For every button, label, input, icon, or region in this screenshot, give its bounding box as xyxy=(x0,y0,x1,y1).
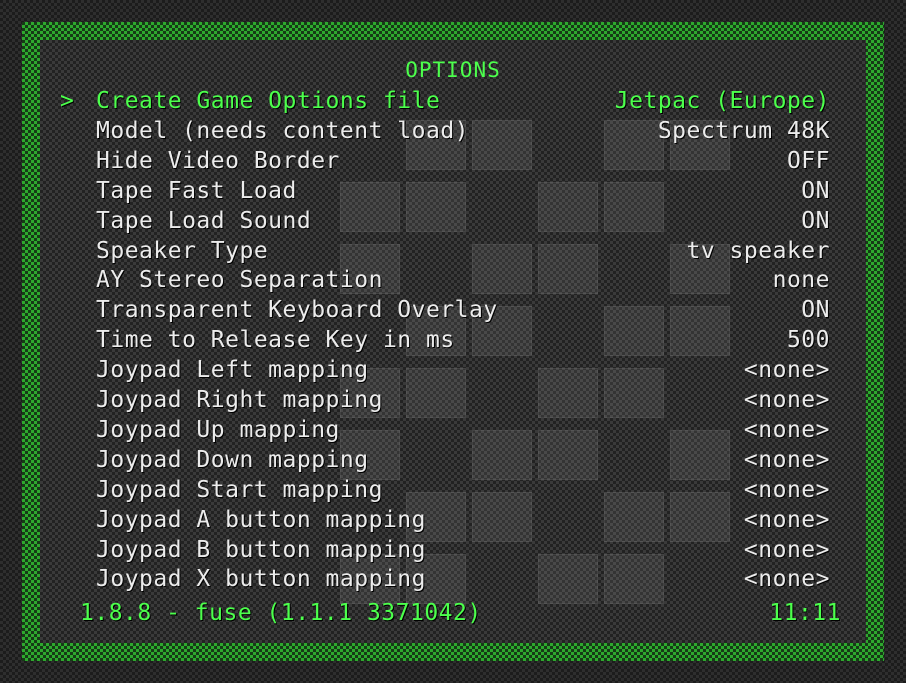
option-label: Joypad A button mapping xyxy=(96,506,426,533)
option-row[interactable]: Speaker Type tv speaker xyxy=(60,236,830,266)
option-value[interactable]: <none> xyxy=(744,535,830,565)
option-value[interactable]: <none> xyxy=(744,415,830,445)
clock: 11:11 xyxy=(769,600,841,626)
option-label: Joypad Right mapping xyxy=(96,387,383,413)
option-label: Hide Video Border xyxy=(96,147,340,174)
option-value[interactable]: ON xyxy=(801,295,830,325)
option-label: Speaker Type xyxy=(96,237,269,264)
option-value[interactable]: OFF xyxy=(787,146,830,176)
option-row[interactable]: Model (needs content load) Spectrum 48K xyxy=(60,116,830,146)
option-label: Joypad B button mapping xyxy=(96,536,426,563)
option-value[interactable]: <none> xyxy=(744,385,830,415)
option-value[interactable]: none xyxy=(773,265,830,295)
option-row[interactable]: Transparent Keyboard Overlay ON xyxy=(60,295,830,325)
option-row[interactable]: Joypad Left mapping <none> xyxy=(60,355,830,385)
option-label: Tape Fast Load xyxy=(96,177,297,204)
option-value[interactable]: ON xyxy=(801,206,830,236)
selection-cursor: > xyxy=(60,88,75,114)
option-row[interactable]: Time to Release Key in ms 500 xyxy=(60,325,830,355)
option-row[interactable]: Joypad Up mapping <none> xyxy=(60,415,830,445)
option-value[interactable]: 500 xyxy=(787,325,830,355)
option-label: Tape Load Sound xyxy=(96,207,312,234)
option-label: Transparent Keyboard Overlay xyxy=(96,297,498,324)
option-value[interactable]: ON xyxy=(801,176,830,206)
core-version: 1.8.8 - fuse (1.1.1 3371042) xyxy=(80,600,482,626)
option-label: Joypad Left mapping xyxy=(96,357,369,384)
option-value[interactable]: <none> xyxy=(744,505,830,535)
option-row[interactable]: Joypad B button mapping <none> xyxy=(60,535,830,565)
option-value[interactable]: Spectrum 48K xyxy=(658,116,830,146)
option-value[interactable]: <none> xyxy=(744,564,830,594)
option-row[interactable]: Joypad X button mapping <none> xyxy=(60,564,830,594)
option-value[interactable]: tv speaker xyxy=(687,236,830,266)
option-row[interactable]: Hide Video Border OFF xyxy=(60,146,830,176)
option-value[interactable]: <none> xyxy=(744,355,830,385)
option-row[interactable]: > Create Game Options file Jetpac (Europe) xyxy=(60,86,830,116)
option-row[interactable]: Joypad Right mapping <none> xyxy=(60,385,830,415)
option-label: Model (needs content load) xyxy=(96,117,470,144)
option-label: Joypad X button mapping xyxy=(96,566,426,593)
option-label: Joypad Down mapping xyxy=(96,446,369,473)
option-label: Time to Release Key in ms xyxy=(96,327,455,354)
option-label: Joypad Up mapping xyxy=(96,416,340,443)
option-value[interactable]: Jetpac (Europe) xyxy=(615,86,830,116)
menu-title: OPTIONS xyxy=(405,58,501,82)
option-value[interactable]: <none> xyxy=(744,475,830,505)
option-label: Joypad Start mapping xyxy=(96,476,383,503)
option-row[interactable]: Joypad A button mapping <none> xyxy=(60,505,830,535)
option-row[interactable]: Joypad Down mapping <none> xyxy=(60,445,830,475)
option-row[interactable]: Tape Load Sound ON xyxy=(60,206,830,236)
option-row[interactable]: AY Stereo Separation none xyxy=(60,265,830,295)
option-row[interactable]: Joypad Start mapping <none> xyxy=(60,475,830,505)
option-label: Create Game Options file xyxy=(96,88,441,114)
option-value[interactable]: <none> xyxy=(744,445,830,475)
option-label: AY Stereo Separation xyxy=(96,267,383,294)
option-row[interactable]: Tape Fast Load ON xyxy=(60,176,830,206)
